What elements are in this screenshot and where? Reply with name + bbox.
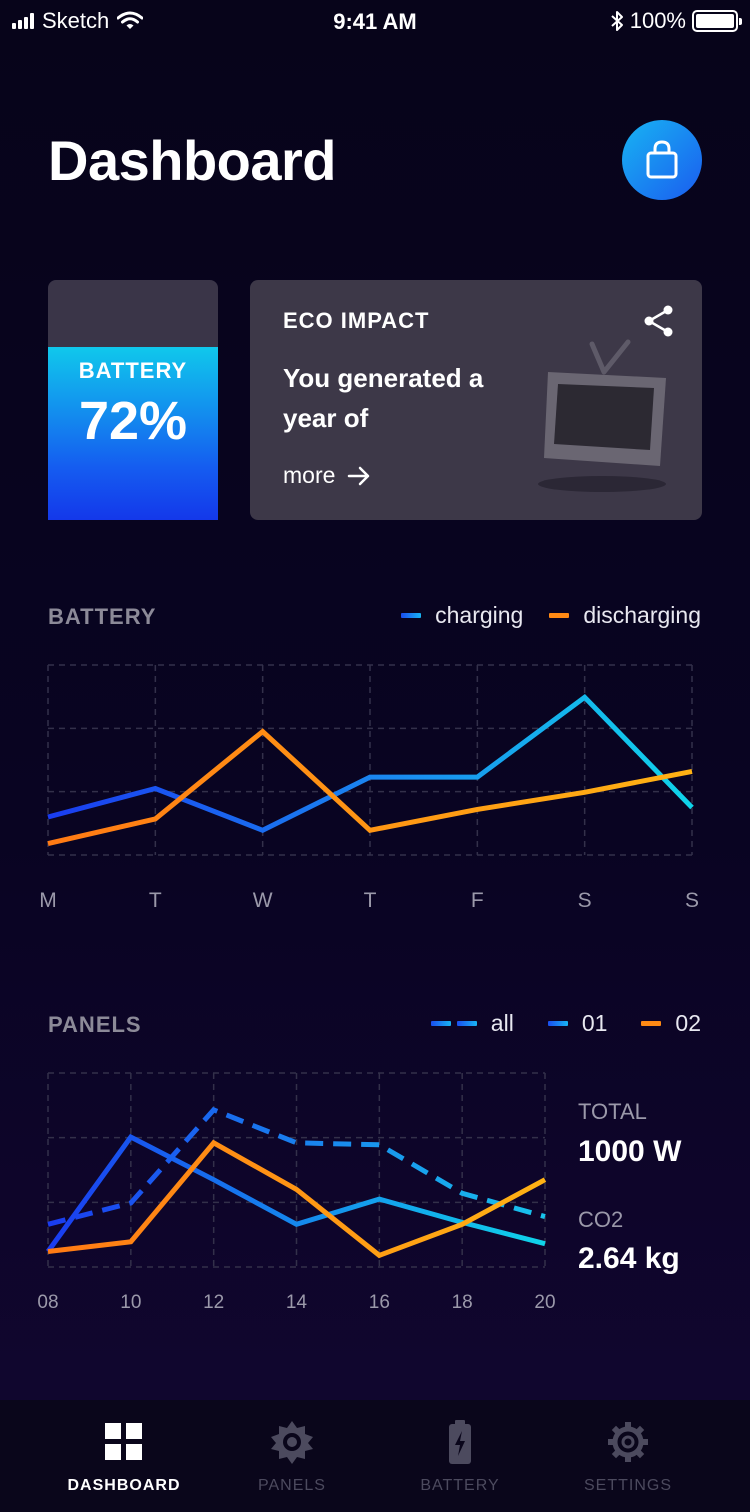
chart-grid: [47, 1072, 546, 1268]
tv-icon: [538, 339, 666, 492]
x-tick-label: T: [364, 889, 377, 912]
x-tick-label: F: [471, 889, 484, 912]
legend-label: all: [490, 1010, 514, 1036]
legend-label: 02: [675, 1010, 701, 1036]
x-tick-label: 16: [369, 1292, 390, 1313]
legend-item-02: 02: [641, 1010, 701, 1037]
x-tick-label: 18: [452, 1292, 473, 1313]
total-label: TOTAL: [578, 1099, 647, 1124]
tab-panels[interactable]: PANELS: [208, 1400, 376, 1512]
battery-chart-legend: charging discharging: [401, 602, 701, 629]
battery-status-icon: [692, 10, 742, 32]
gear-icon: [608, 1422, 648, 1462]
eco-impact-title: ECO IMPACT: [283, 308, 430, 333]
series-02-swatch: [641, 1021, 662, 1026]
grid-icon: [105, 1423, 142, 1460]
x-tick-label: S: [578, 889, 592, 912]
legend-item-discharging: discharging: [549, 602, 701, 629]
shopping-bag-button[interactable]: [622, 120, 702, 200]
eco-impact-text: You generated a year of: [283, 363, 484, 433]
x-tick-label: 20: [534, 1292, 555, 1313]
x-tick-label: S: [685, 889, 699, 912]
tab-label: DASHBOARD: [67, 1477, 181, 1494]
bluetooth-icon: [611, 11, 623, 31]
x-tick-label: W: [253, 889, 273, 912]
panels-chart-title: PANELS: [48, 1012, 142, 1037]
battery-icon: [449, 1420, 471, 1464]
chart-grid: [47, 664, 693, 856]
battery-percent: 100%: [629, 8, 686, 33]
legend-item-all: all: [430, 1010, 514, 1037]
discharging-swatch: [549, 613, 570, 618]
legend-item-01: 01: [547, 1010, 608, 1037]
tab-label: PANELS: [258, 1477, 326, 1494]
tab-dashboard[interactable]: DASHBOARD: [40, 1400, 208, 1512]
x-tick-label: 12: [203, 1292, 224, 1313]
legend-label: 01: [581, 1010, 608, 1036]
sun-icon: [271, 1421, 313, 1464]
x-tick-label: 08: [37, 1292, 58, 1313]
battery-card-value: 72%: [78, 391, 188, 451]
all-swatch: [430, 1021, 477, 1026]
battery-chart-title: BATTERY: [48, 604, 157, 629]
tab-label: SETTINGS: [583, 1477, 672, 1494]
legend-item-charging: charging: [401, 602, 523, 629]
total-value: 1000 W: [578, 1135, 682, 1168]
co2-value: 2.64 kg: [578, 1242, 680, 1275]
arrow-right-icon: [348, 466, 370, 485]
battery-card[interactable]: BATTERY 72%: [48, 280, 218, 520]
tab-bar: DASHBOARD PANELS BATTERY SETTINGS: [0, 1400, 750, 1512]
more-link[interactable]: more: [283, 462, 371, 489]
battery-chart: MTWTFSS: [39, 664, 699, 912]
share-icon[interactable]: [642, 304, 676, 338]
x-tick-label: 10: [120, 1292, 141, 1313]
panels-chart: 08 10 12 14 16 18 20: [37, 1072, 556, 1313]
tab-settings[interactable]: SETTINGS: [544, 1400, 712, 1512]
shopping-bag-icon: [646, 140, 678, 179]
panels-chart-legend: all 01 02: [430, 1010, 701, 1037]
charging-swatch: [401, 613, 422, 618]
x-tick-label: T: [149, 889, 162, 912]
co2-label: CO2: [578, 1207, 624, 1232]
x-tick-label: 14: [286, 1292, 308, 1313]
legend-label: discharging: [583, 602, 701, 628]
status-right: 100%: [610, 8, 742, 34]
series-01-swatch: [547, 1021, 568, 1026]
battery-card-label: BATTERY: [78, 358, 188, 383]
x-tick-label: M: [39, 889, 57, 912]
page-title: Dashboard: [48, 129, 337, 192]
tab-battery[interactable]: BATTERY: [376, 1400, 544, 1512]
eco-impact-card[interactable]: ECO IMPACT You generated a year of more: [250, 280, 702, 520]
legend-label: charging: [435, 602, 524, 628]
status-bar: Sketch 9:41 AM 100%: [0, 0, 750, 42]
tab-label: BATTERY: [420, 1477, 500, 1494]
more-link-label: more: [283, 462, 336, 488]
